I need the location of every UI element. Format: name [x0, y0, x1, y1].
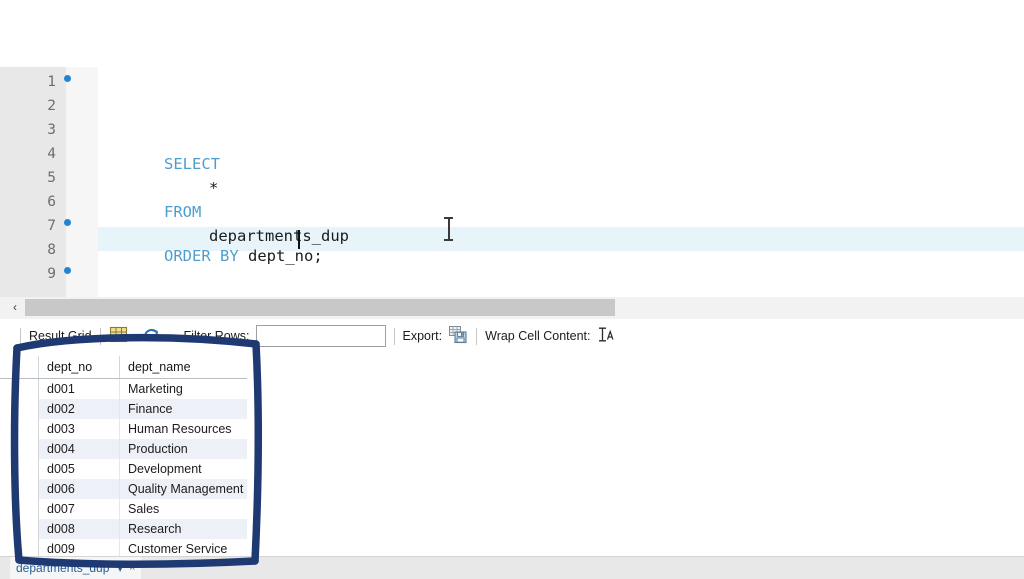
row-selector[interactable]: [0, 459, 39, 479]
toolbar-separator: [20, 327, 21, 345]
line-number: 9: [47, 266, 56, 282]
sql-code-editor[interactable]: 1 2 3 4 5 6 7 8 9 SELECT * FROM departme…: [0, 0, 1024, 297]
code-area[interactable]: 1 2 3 4 5 6 7 8 9 SELECT * FROM departme…: [0, 67, 1024, 297]
scroll-left-icon[interactable]: ‹: [8, 300, 22, 315]
table-row[interactable]: d003 Human Resources: [0, 419, 274, 439]
statement-marker-dot: [64, 267, 71, 274]
toolbar-separator: [476, 327, 478, 345]
export-recordset-button[interactable]: [448, 325, 468, 347]
cell-dept-no[interactable]: d009: [38, 539, 120, 556]
line-number: 2: [47, 98, 56, 114]
refresh-grid-button[interactable]: [142, 326, 162, 346]
line-number: 3: [47, 122, 56, 138]
table-row[interactable]: d001 Marketing: [0, 378, 274, 399]
row-selector[interactable]: [0, 499, 39, 519]
wrap-cell-content-button[interactable]: [597, 326, 615, 346]
row-selector[interactable]: [0, 378, 39, 399]
row-selector[interactable]: [0, 419, 39, 439]
sql-keyword: ORDER BY: [164, 247, 248, 265]
cell-dept-no[interactable]: d005: [38, 459, 120, 479]
table-row[interactable]: d008 Research: [0, 519, 274, 539]
export-label: Export:: [402, 329, 443, 343]
cell-dept-no[interactable]: d003: [38, 419, 120, 439]
table-row[interactable]: d006 Quality Management: [0, 479, 274, 499]
cell-dept-no[interactable]: d002: [38, 399, 120, 419]
cell-dept-no[interactable]: d007: [38, 499, 120, 519]
line-number: 5: [47, 170, 56, 186]
result-tab-departments-dup[interactable]: departments_dup ▾ ×: [10, 557, 142, 579]
code-line-5: ORDER BY dept_no;: [108, 229, 323, 283]
line-number: 4: [47, 146, 56, 162]
statement-marker-dot: [64, 219, 71, 226]
filter-rows-input[interactable]: [255, 325, 386, 347]
filter-rows-label: Filter Rows:: [183, 329, 250, 343]
editor-horizontal-scrollbar[interactable]: ‹: [0, 297, 1024, 320]
refresh-icon: [143, 329, 158, 338]
wrap-cell-content-label: Wrap Cell Content:: [485, 329, 591, 343]
table-row[interactable]: d005 Development: [0, 459, 274, 479]
wrap-cell-content-icon: [598, 327, 613, 342]
mouse-ibeam-pointer: [444, 217, 453, 241]
cell-dept-no[interactable]: d008: [38, 519, 120, 539]
line-number: 1: [47, 74, 56, 90]
pin-icon[interactable]: ▾: [117, 562, 123, 575]
toolbar-separator: [99, 327, 101, 345]
row-selector-header: [0, 356, 39, 379]
result-grid[interactable]: dept_no dept_name d001 Marketing d002 Fi…: [0, 356, 1024, 556]
result-tab-label: departments_dup: [16, 561, 110, 575]
sql-token: *: [209, 179, 219, 197]
scrollbar-thumb[interactable]: [25, 299, 615, 316]
sql-identifier: dept_no;: [248, 247, 323, 265]
text-cursor: [298, 230, 300, 249]
cell-dept-no[interactable]: d006: [38, 479, 120, 499]
row-selector[interactable]: [0, 439, 39, 459]
table-row[interactable]: d002 Finance: [0, 399, 274, 419]
column-header-dept-no[interactable]: dept_no: [38, 356, 120, 379]
result-grid-toolbar: Result Grid Filter Rows: Export: Wrap Ce…: [0, 319, 1024, 353]
table-row[interactable]: d009 Customer Service: [0, 539, 274, 556]
result-table: dept_no dept_name d001 Marketing d002 Fi…: [0, 356, 274, 556]
table-row[interactable]: d004 Production: [0, 439, 274, 459]
line-number: 6: [47, 194, 56, 210]
cell-dept-no[interactable]: d004: [38, 439, 120, 459]
result-tab-bar: departments_dup ▾ ×: [0, 556, 1024, 579]
table-row[interactable]: d007 Sales: [0, 499, 274, 519]
row-selector[interactable]: [0, 519, 39, 539]
line-number: 7: [47, 218, 56, 234]
export-icon: [449, 326, 467, 344]
line-number: 8: [47, 242, 56, 258]
row-selector[interactable]: [0, 479, 39, 499]
cell-dept-no[interactable]: d001: [38, 378, 120, 399]
grid-empty-area: [247, 356, 1024, 556]
table-header-row: dept_no dept_name: [0, 356, 274, 379]
grid-view-button[interactable]: [109, 326, 128, 346]
row-selector[interactable]: [0, 399, 39, 419]
statement-marker-dot: [64, 75, 71, 82]
row-selector[interactable]: [0, 539, 39, 556]
table-body: d001 Marketing d002 Finance d003 Human R…: [0, 378, 274, 556]
toolbar-separator: [393, 327, 395, 345]
result-grid-label: Result Grid: [29, 329, 92, 343]
grid-view-icon: [109, 326, 127, 343]
code-line-7: DELETE FROM departments_dup;: [108, 277, 425, 297]
close-icon[interactable]: ×: [129, 562, 135, 574]
